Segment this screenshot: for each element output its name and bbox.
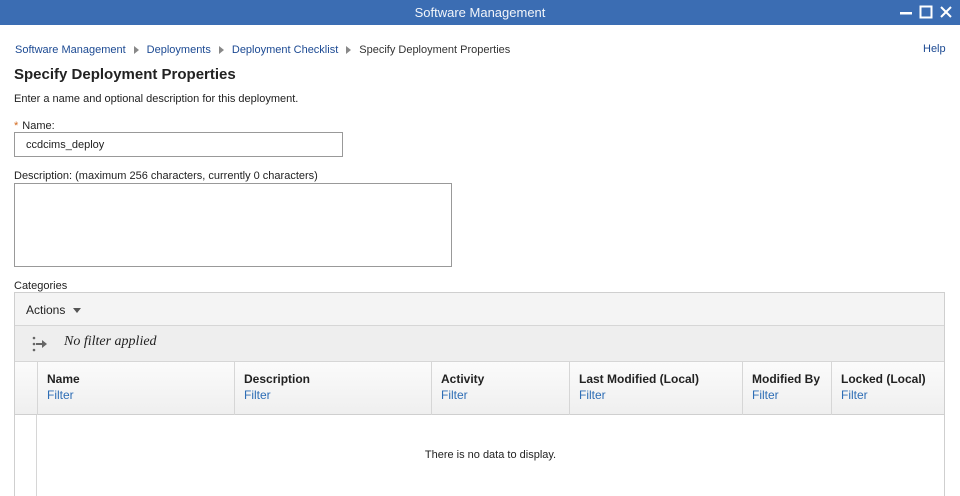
close-icon[interactable] (938, 4, 954, 20)
page-intro: Enter a name and optional description fo… (14, 93, 299, 105)
column-filter-link[interactable]: Filter (244, 388, 431, 402)
breadcrumb-software-management[interactable]: Software Management (15, 44, 126, 56)
column-title: Last Modified (Local) (579, 372, 699, 386)
column-filter-link[interactable]: Filter (841, 388, 944, 402)
minimize-icon[interactable] (898, 4, 914, 20)
column-title: Activity (441, 372, 485, 386)
breadcrumb-deployment-checklist[interactable]: Deployment Checklist (232, 44, 338, 56)
description-label: Description: (maximum 256 characters, cu… (14, 170, 318, 182)
name-input[interactable] (14, 132, 343, 157)
breadcrumb-current: Specify Deployment Properties (359, 44, 511, 56)
column-header-last-modified: Last Modified (Local) Filter (569, 362, 742, 415)
help-link[interactable]: Help (923, 43, 946, 55)
breadcrumb-separator-icon (218, 46, 224, 54)
categories-table: Actions No filter applied Name Filter De… (14, 292, 945, 496)
column-header-activity: Activity Filter (431, 362, 569, 415)
column-title: Locked (Local) (841, 372, 926, 386)
column-filter-link[interactable]: Filter (752, 388, 831, 402)
breadcrumb-separator-icon (346, 46, 352, 54)
column-title: Name (47, 372, 80, 386)
empty-table-message: There is no data to display. (424, 449, 557, 461)
categories-label: Categories (14, 280, 68, 292)
actions-menu-button[interactable]: Actions (26, 303, 82, 317)
column-header-locked: Locked (Local) Filter (831, 362, 944, 415)
chevron-down-icon (73, 307, 82, 313)
column-header-modified-by: Modified By Filter (742, 362, 831, 415)
column-title: Description (244, 372, 311, 386)
table-header: Name Filter Description Filter Activity … (15, 362, 944, 415)
column-filter-link[interactable]: Filter (47, 388, 234, 402)
actions-toolbar: Actions (15, 293, 944, 326)
page-title: Specify Deployment Properties (14, 66, 236, 83)
required-marker: * (14, 120, 19, 132)
actions-label: Actions (26, 303, 66, 317)
breadcrumb: Software Management Deployments Deployme… (15, 43, 510, 57)
column-header-name: Name Filter (37, 362, 234, 415)
column-filter-link[interactable]: Filter (441, 388, 569, 402)
title-bar: Software Management (0, 0, 960, 25)
column-title: Modified By (752, 372, 820, 386)
column-header-description: Description Filter (234, 362, 431, 415)
description-input[interactable] (14, 183, 452, 267)
name-label-text: Name: (22, 120, 55, 132)
name-label: * Name: (14, 120, 55, 132)
breadcrumb-deployments[interactable]: Deployments (147, 44, 211, 56)
filter-status: No filter applied (64, 334, 157, 349)
column-filter-link[interactable]: Filter (579, 388, 742, 402)
breadcrumb-separator-icon (133, 46, 139, 54)
window-title: Software Management (414, 5, 546, 20)
filter-bar: No filter applied (15, 326, 944, 362)
filter-toggle-icon[interactable] (31, 335, 49, 353)
maximize-icon[interactable] (918, 4, 934, 20)
table-body: There is no data to display. (15, 415, 944, 496)
